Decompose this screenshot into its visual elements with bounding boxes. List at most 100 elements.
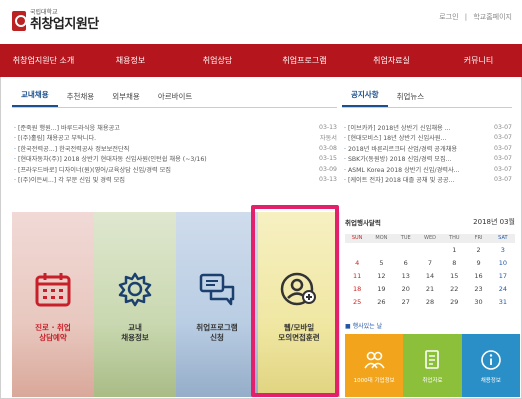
- info-icon: [479, 348, 503, 372]
- header: 국립대학교 취창업지원단 로그인 | 학교홈페이지: [0, 0, 522, 44]
- calendar-day[interactable]: 5: [369, 257, 393, 269]
- calendar-weekday: FRI: [466, 234, 491, 243]
- event-calendar: 취업행사달력 2018년 03월 SUN MON TUE WED THU FRI SAT 1 2…: [345, 214, 515, 332]
- calendar-day[interactable]: 4: [345, 257, 369, 269]
- list-item[interactable]: [한국전력공...] 한국전력공사 정보보전단직03-08: [12, 143, 337, 154]
- list-item[interactable]: [이브카카] 2018년 상반기 신입채용 ...03-07: [342, 122, 512, 133]
- calendar-day[interactable]: 10: [491, 257, 515, 269]
- calendar-icon: [31, 267, 75, 311]
- calendar-day[interactable]: 18: [345, 283, 369, 295]
- list-item[interactable]: [케이트 전자] 2018 대졸 공채 및 공공...03-07: [342, 175, 512, 186]
- calendar-day[interactable]: 21: [418, 283, 442, 295]
- tile-label-line1: 진로 · 취업: [35, 323, 71, 332]
- tile-counseling-booking[interactable]: 진로 · 취업 상담예약: [12, 212, 94, 397]
- logo-title: 취창업지원단: [30, 17, 99, 32]
- tab-external-jobs[interactable]: 외부채용: [103, 91, 149, 107]
- tile-campus-jobs[interactable]: 교내 채용정보: [94, 212, 176, 397]
- list-item[interactable]: [(주)이든씨...] 각 부문 신입 및 경력 모집03-13: [12, 175, 337, 186]
- calendar-title: 취업행사달력: [345, 219, 381, 227]
- quick-label: 1000대 기업정보: [353, 377, 395, 384]
- calendar-day[interactable]: 22: [442, 283, 466, 295]
- calendar-day[interactable]: 24: [491, 283, 515, 295]
- calendar-day: [345, 244, 369, 256]
- link-divider: |: [464, 13, 468, 21]
- nav-item-about[interactable]: 취창업지원단 소개: [0, 55, 87, 66]
- calendar-day[interactable]: 20: [394, 283, 418, 295]
- homepage-link[interactable]: 학교홈페이지: [473, 13, 512, 21]
- highlight-box: [251, 205, 339, 397]
- tab-part-time[interactable]: 아르바이트: [149, 91, 202, 107]
- calendar-day[interactable]: 16: [466, 270, 490, 282]
- calendar-day[interactable]: 3: [491, 244, 515, 256]
- logo-university: 국립대학교: [30, 9, 58, 16]
- tab-notices[interactable]: 공지사항: [342, 89, 388, 107]
- tile-label-line1: 취업프로그램: [196, 323, 238, 332]
- calendar-day[interactable]: 8: [442, 257, 466, 269]
- list-item[interactable]: [준죽원 행원...] 바루드라식응 채용공고03-13: [12, 122, 337, 133]
- nav-item-community[interactable]: 커뮤니티: [435, 55, 522, 66]
- tile-label-line2: 신청: [210, 333, 224, 342]
- list-item[interactable]: [프라우드바로] 디자이너(원)(영어/교육상담 신입/경력 모집03-09: [12, 164, 337, 175]
- calendar-day[interactable]: 25: [345, 296, 369, 308]
- calendar-day[interactable]: 1: [442, 244, 466, 256]
- quick-company-info[interactable]: 1000대 기업정보: [345, 334, 404, 397]
- calendar-day[interactable]: 12: [369, 270, 393, 282]
- calendar-day[interactable]: 2: [466, 244, 490, 256]
- list-item[interactable]: [현대모비스] 18년 상반기 신입사원...03-07: [342, 133, 512, 144]
- calendar-weekday: THU: [442, 234, 467, 243]
- quick-links: 1000대 기업정보 취업자료 채용정보: [345, 334, 520, 397]
- nav-item-programs[interactable]: 취업프로그램: [261, 55, 348, 66]
- calendar-day[interactable]: 9: [466, 257, 490, 269]
- calendar-day[interactable]: 31: [491, 296, 515, 308]
- calendar-day: [394, 244, 418, 256]
- quick-label: 채용정보: [480, 377, 501, 384]
- tab-campus-jobs[interactable]: 교내채용: [12, 89, 58, 107]
- tab-recommended-jobs[interactable]: 추천채용: [58, 91, 104, 107]
- calendar-day[interactable]: 15: [442, 270, 466, 282]
- nav-item-jobs[interactable]: 채용정보: [87, 55, 174, 66]
- calendar-day[interactable]: 7: [418, 257, 442, 269]
- quick-job-info[interactable]: 채용정보: [461, 334, 520, 397]
- tab-job-news[interactable]: 취업뉴스: [388, 91, 434, 107]
- calendar-day[interactable]: 19: [369, 283, 393, 295]
- document-icon: [420, 348, 444, 372]
- logo-emblem-icon: [12, 10, 27, 31]
- tile-program-apply[interactable]: 취업프로그램 신청: [176, 212, 258, 397]
- calendar-weekday: SAT: [490, 234, 515, 243]
- calendar-weekday: TUE: [393, 234, 418, 243]
- nav-item-resources[interactable]: 취업자료실: [348, 55, 435, 66]
- calendar-day[interactable]: 28: [418, 296, 442, 308]
- quick-label: 취업자료: [422, 377, 443, 384]
- jobs-panel: 교내채용 추천채용 외부채용 아르바이트 [준죽원 행원...] 바루드라식응 …: [12, 86, 337, 198]
- calendar-day: [369, 244, 393, 256]
- calendar-day[interactable]: 14: [418, 270, 442, 282]
- notice-panel: 공지사항 취업뉴스 [이브카카] 2018년 상반기 신입채용 ...03-07…: [342, 86, 512, 198]
- calendar-day[interactable]: 23: [466, 283, 490, 295]
- site-logo[interactable]: 국립대학교 취창업지원단: [12, 9, 99, 32]
- top-links: 로그인 | 학교홈페이지: [435, 12, 512, 22]
- calendar-day[interactable]: 11: [345, 270, 369, 282]
- quick-resources[interactable]: 취업자료: [403, 334, 462, 397]
- calendar-day[interactable]: 26: [369, 296, 393, 308]
- list-item[interactable]: [(주)홀림] 채용공고 부탁니다.자동서: [12, 133, 337, 144]
- calendar-day[interactable]: 30: [466, 296, 490, 308]
- calendar-day[interactable]: 17: [491, 270, 515, 282]
- calendar-day[interactable]: 27: [394, 296, 418, 308]
- calendar-weekday: WED: [417, 234, 443, 243]
- calendar-grid: SUN MON TUE WED THU FRI SAT 1 2 3 4 5 6 7 8 9 10 11 12 13 14…: [345, 234, 515, 308]
- gear-icon: [113, 267, 157, 311]
- list-item[interactable]: 2018년 바른리르크터 산업/경력 공개채용03-07: [342, 143, 512, 154]
- list-item[interactable]: [현대자동차(주)] 2018 상반기 현대자동 신입사원(인턴쉽 채용 (~3…: [12, 154, 337, 165]
- nav-item-counseling[interactable]: 취업상담: [174, 55, 261, 66]
- calendar-day[interactable]: 13: [394, 270, 418, 282]
- chat-icon: [195, 267, 239, 311]
- list-item[interactable]: ASML Korea 2018 상반기 신입/경력사...03-07: [342, 164, 512, 175]
- login-link[interactable]: 로그인: [439, 13, 458, 21]
- calendar-day[interactable]: 6: [394, 257, 418, 269]
- list-item[interactable]: SBK가(동원방) 2018 신입/경력 모집...03-07: [342, 154, 512, 165]
- calendar-day[interactable]: 29: [442, 296, 466, 308]
- notice-tabs: 공지사항 취업뉴스: [342, 86, 512, 108]
- calendar-weekday: MON: [369, 234, 394, 243]
- notice-list: [이브카카] 2018년 상반기 신입채용 ...03-07 [현대모비스] 1…: [342, 122, 512, 185]
- people-icon: [362, 348, 386, 372]
